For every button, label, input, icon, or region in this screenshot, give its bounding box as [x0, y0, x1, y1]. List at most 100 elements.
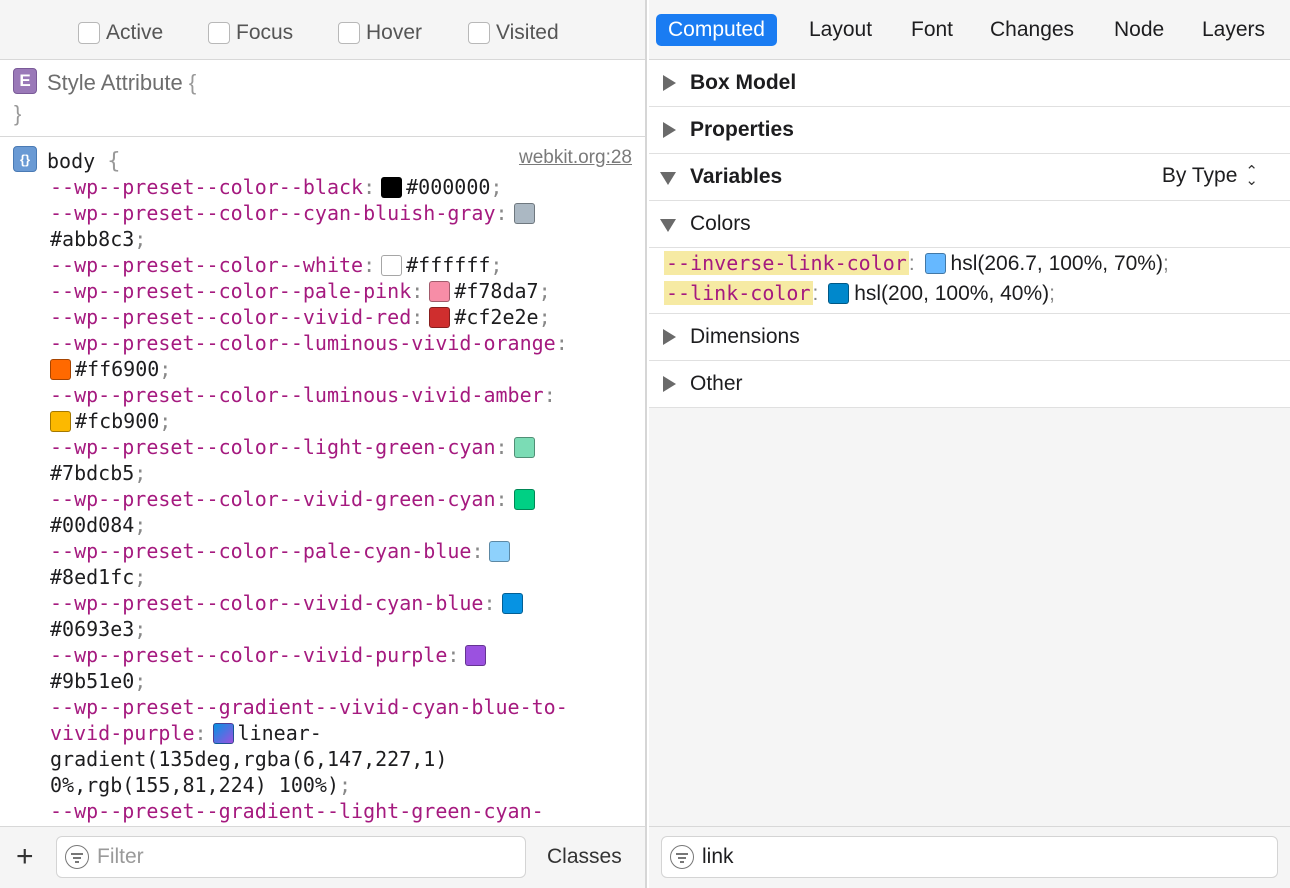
property-name: --wp--preset--color--vivid-purple	[50, 643, 448, 667]
colon: :	[495, 201, 508, 225]
color-swatch[interactable]	[465, 645, 487, 666]
style-attribute-rule[interactable]: E Style Attribute { }	[0, 61, 645, 137]
declaration-value-row[interactable]: #ff6900;	[50, 356, 635, 382]
declaration-row[interactable]: --wp--preset--color--luminous-vivid-ambe…	[50, 382, 635, 408]
rule-source-link[interactable]: webkit.org:28	[519, 147, 632, 169]
declaration-value-row[interactable]: #7bdcb5;	[50, 460, 635, 486]
tab-font[interactable]: Font	[911, 14, 953, 46]
declaration-row[interactable]: --wp--preset--color--white: #ffffff;	[50, 252, 635, 278]
computed-filter-input[interactable]: link	[661, 836, 1278, 878]
details-tab-bar: Computed Layout Font Changes Node Layers	[649, 0, 1290, 60]
declaration-row[interactable]: --wp--preset--color--black: #000000;	[50, 174, 635, 200]
declaration-row[interactable]: --wp--preset--color--pale-pink: #f78da7;	[50, 278, 635, 304]
properties-section-header[interactable]: Properties	[649, 107, 1290, 154]
tab-layers[interactable]: Layers	[1202, 14, 1265, 46]
styles-filter-input[interactable]: Filter	[56, 836, 526, 878]
other-group-header[interactable]: Other	[649, 361, 1290, 408]
property-name: --wp--preset--color--luminous-vivid-ambe…	[50, 383, 544, 407]
checkbox[interactable]	[338, 22, 360, 44]
property-name: --wp--preset--gradient--light-green-cyan…	[50, 799, 544, 823]
declaration-row[interactable]: --wp--preset--gradient--vivid-cyan-blue-…	[50, 694, 635, 720]
tab-computed[interactable]: Computed	[656, 14, 777, 46]
rule-selector[interactable]: body {	[47, 149, 120, 174]
declaration-value-row[interactable]: #fcb900;	[50, 408, 635, 434]
declaration-row[interactable]: vivid-purple: linear-	[50, 720, 635, 746]
pseudo-active-toggle[interactable]: Active	[78, 20, 163, 46]
colon: :	[908, 252, 915, 275]
selector-text[interactable]: body	[47, 149, 95, 173]
color-swatch[interactable]	[828, 283, 850, 304]
declaration-row[interactable]: --wp--preset--color--vivid-green-cyan:	[50, 486, 635, 512]
declaration-value-row[interactable]: #abb8c3;	[50, 226, 635, 252]
gradient-swatch[interactable]	[212, 723, 234, 744]
property-name: --wp--preset--color--white	[50, 253, 364, 277]
declaration-row[interactable]: --wp--preset--color--cyan-bluish-gray:	[50, 200, 635, 226]
checkbox[interactable]	[78, 22, 100, 44]
dimensions-group-header[interactable]: Dimensions	[649, 314, 1290, 361]
pseudo-hover-toggle[interactable]: Hover	[338, 20, 422, 46]
colon: :	[411, 305, 424, 329]
color-swatch[interactable]	[513, 437, 535, 458]
color-swatch[interactable]	[50, 411, 71, 432]
tab-node[interactable]: Node	[1114, 14, 1164, 46]
color-swatch[interactable]	[50, 359, 71, 380]
pseudo-visited-toggle[interactable]: Visited	[468, 20, 559, 46]
variables-sort-select[interactable]: By Type ⌃ ⌄	[1162, 164, 1258, 188]
semicolon: ;	[134, 669, 147, 693]
pseudo-label: Hover	[366, 21, 423, 44]
filter-icon	[65, 845, 89, 869]
variable-row[interactable]: --link-color: hsl(200, 100%, 40%);	[664, 280, 1055, 306]
pseudo-label: Active	[106, 21, 164, 44]
colon: :	[812, 282, 819, 305]
tab-changes[interactable]: Changes	[990, 14, 1074, 46]
semicolon: ;	[134, 513, 147, 537]
property-value: #abb8c3	[50, 227, 135, 251]
declaration-value-row[interactable]: #8ed1fc;	[50, 564, 635, 590]
disclosure-right-icon	[663, 75, 676, 91]
color-swatch[interactable]	[429, 281, 451, 302]
semicolon: ;	[134, 227, 147, 251]
color-swatch[interactable]	[381, 177, 403, 198]
classes-button[interactable]: Classes	[547, 845, 622, 869]
color-swatch[interactable]	[381, 255, 403, 276]
declaration-row[interactable]: --wp--preset--color--vivid-purple:	[50, 642, 635, 668]
semicolon: ;	[159, 357, 172, 381]
color-swatch[interactable]	[429, 307, 451, 328]
property-name: --wp--preset--color--light-green-cyan	[50, 435, 496, 459]
section-title: Box Model	[690, 71, 797, 94]
semicolon: ;	[134, 461, 147, 485]
variable-row[interactable]: --inverse-link-color: hsl(206.7, 100%, 7…	[664, 250, 1169, 276]
color-variables-list: --inverse-link-color: hsl(206.7, 100%, 7…	[649, 248, 1290, 314]
property-name: --wp--preset--color--pale-pink	[50, 279, 412, 303]
group-title: Dimensions	[690, 325, 800, 348]
chevron-up-down-icon: ⌃ ⌄	[1245, 163, 1258, 189]
declaration-value-row[interactable]: #9b51e0;	[50, 668, 635, 694]
variable-name: --link-color	[664, 281, 813, 305]
color-swatch[interactable]	[924, 253, 946, 274]
checkbox[interactable]	[208, 22, 230, 44]
box-model-section-header[interactable]: Box Model	[649, 60, 1290, 107]
declaration-row[interactable]: --wp--preset--gradient--light-green-cyan…	[50, 798, 635, 824]
declaration-row[interactable]: --wp--preset--color--vivid-red: #cf2e2e;	[50, 304, 635, 330]
add-rule-button[interactable]: +	[16, 842, 34, 872]
checkbox[interactable]	[468, 22, 490, 44]
tab-layout[interactable]: Layout	[809, 14, 872, 46]
color-swatch[interactable]	[513, 489, 535, 510]
declaration-value-row[interactable]: #0693e3;	[50, 616, 635, 642]
declaration-value-row[interactable]: gradient(135deg,rgba(6,147,227,1)	[50, 746, 635, 772]
color-swatch[interactable]	[489, 541, 511, 562]
close-brace: }	[14, 101, 22, 126]
color-swatch[interactable]	[513, 203, 535, 224]
semicolon: ;	[159, 409, 172, 433]
declaration-row[interactable]: --wp--preset--color--pale-cyan-blue:	[50, 538, 635, 564]
colon: :	[483, 591, 496, 615]
declaration-row[interactable]: --wp--preset--color--vivid-cyan-blue:	[50, 590, 635, 616]
declaration-row[interactable]: --wp--preset--color--luminous-vivid-oran…	[50, 330, 635, 356]
sort-label: By Type	[1161, 164, 1238, 187]
colors-group-header[interactable]: Colors	[649, 201, 1290, 248]
pseudo-focus-toggle[interactable]: Focus	[208, 20, 293, 46]
declaration-value-row[interactable]: 0%,rgb(155,81,224) 100%);	[50, 772, 635, 798]
declaration-value-row[interactable]: #00d084;	[50, 512, 635, 538]
color-swatch[interactable]	[501, 593, 523, 614]
declaration-row[interactable]: --wp--preset--color--light-green-cyan:	[50, 434, 635, 460]
